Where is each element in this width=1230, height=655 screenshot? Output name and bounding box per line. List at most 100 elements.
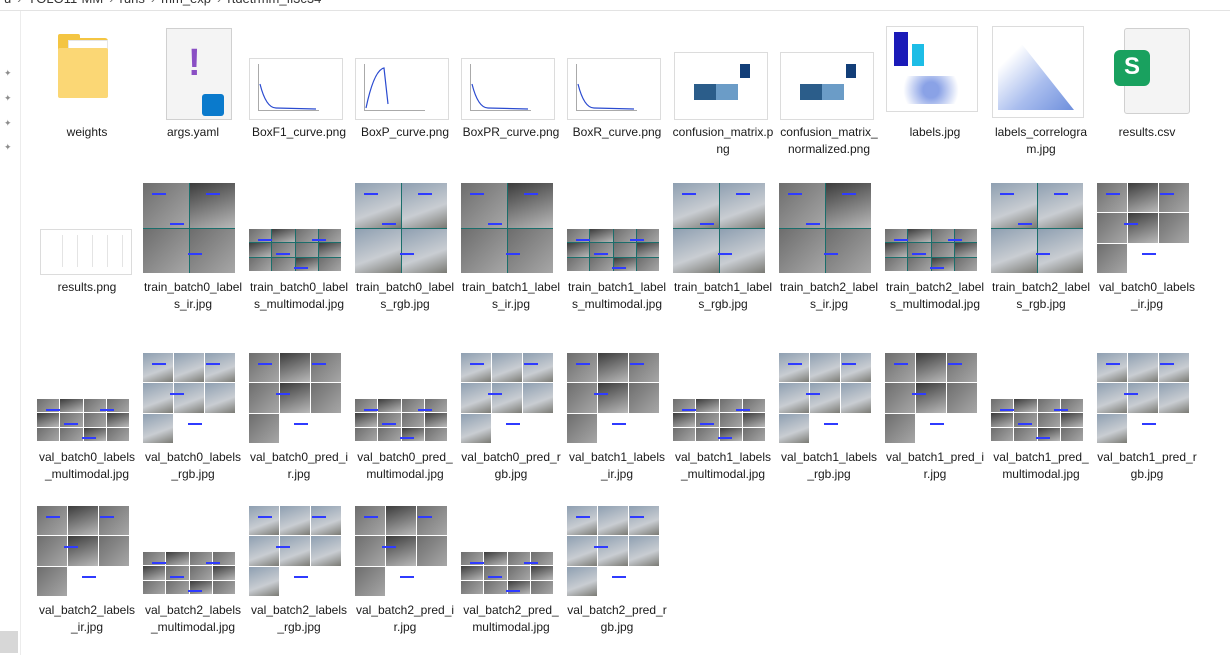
breadcrumb-item[interactable]: u [4,0,11,6]
file-item[interactable]: val_batch0_labels_multimodal.jpg [34,349,140,483]
file-item[interactable]: val_batch2_pred_ir.jpg [352,502,458,636]
curve-thumbnail [458,24,564,124]
chevron-right-icon: › [151,0,155,6]
file-item[interactable]: train_batch0_labels_ir.jpg [140,179,246,313]
file-item[interactable]: weights [34,24,140,141]
file-item[interactable]: val_batch1_labels_ir.jpg [564,349,670,483]
breadcrumb-item[interactable]: mm_exp [161,0,211,6]
breadcrumb-item[interactable]: rtdetrmm_fl3c34 [227,0,321,6]
file-name: val_batch0_pred_multimodal.jpg [357,450,453,481]
file-name: labels_correlogram.jpg [994,125,1088,156]
breadcrumb-item[interactable]: YOLO11-MM [28,0,104,6]
image-thumbnail [670,179,776,279]
file-name: val_batch1_pred_ir.jpg [885,450,985,481]
file-item[interactable]: val_batch2_pred_rgb.jpg [564,502,670,636]
file-item[interactable]: val_batch1_pred_multimodal.jpg [988,349,1094,483]
file-item[interactable]: val_batch2_labels_ir.jpg [34,502,140,636]
image-thumbnail [34,349,140,449]
pin-icon[interactable]: ✦ [4,118,14,128]
image-thumbnail [246,179,352,279]
file-name: train_batch0_labels_rgb.jpg [355,280,455,311]
file-name: BoxPR_curve.png [462,125,560,139]
file-name: train_batch0_labels_multimodal.jpg [249,280,349,311]
file-item[interactable]: labels.jpg [882,24,988,141]
file-name: val_batch0_labels_rgb.jpg [144,450,242,481]
file-item[interactable]: BoxR_curve.png [564,24,670,141]
file-name: confusion_matrix.png [672,125,774,156]
image-thumbnail [882,179,988,279]
file-item[interactable]: train_batch0_labels_multimodal.jpg [246,179,352,313]
file-item[interactable]: train_batch0_labels_rgb.jpg [352,179,458,313]
file-name: val_batch1_labels_multimodal.jpg [674,450,772,481]
image-thumbnail [1094,179,1200,279]
yaml-file-icon: ! [140,24,246,124]
file-item[interactable]: ! args.yaml [140,24,246,141]
file-item[interactable]: val_batch2_pred_multimodal.jpg [458,502,564,636]
pin-icon[interactable]: ✦ [4,142,14,152]
image-thumbnail [458,502,564,602]
folder-icon [34,24,140,124]
curve-thumbnail [352,24,458,124]
image-thumbnail [988,349,1094,449]
file-item[interactable]: Sresults.csv [1094,24,1200,141]
correlogram-thumbnail [988,24,1094,124]
file-item[interactable]: val_batch0_labels_rgb.jpg [140,349,246,483]
file-name: train_batch2_labels_ir.jpg [779,280,879,311]
file-item[interactable]: BoxPR_curve.png [458,24,564,141]
breadcrumb: u › YOLO11-MM › runs › mm_exp › rtdetrmm_fl3c34 [0,0,1230,11]
file-item[interactable]: train_batch2_labels_multimodal.jpg [882,179,988,313]
file-name: val_batch1_pred_multimodal.jpg [993,450,1089,481]
file-name: train_batch1_labels_ir.jpg [461,280,561,311]
image-thumbnail [564,179,670,279]
file-item[interactable]: BoxF1_curve.png [246,24,352,141]
image-thumbnail [776,179,882,279]
file-item[interactable]: val_batch1_pred_rgb.jpg [1094,349,1200,483]
file-item[interactable]: val_batch1_pred_ir.jpg [882,349,988,483]
image-thumbnail [1094,349,1200,449]
file-item[interactable]: val_batch1_labels_rgb.jpg [776,349,882,483]
image-thumbnail [34,502,140,602]
file-item[interactable]: train_batch2_labels_rgb.jpg [988,179,1094,313]
file-item[interactable]: confusion_matrix_normalized.png [776,24,882,158]
confusion-matrix-thumbnail [776,24,882,124]
file-item[interactable]: val_batch0_pred_ir.jpg [246,349,352,483]
file-name: val_batch0_labels_ir.jpg [1098,280,1196,311]
pin-icon[interactable]: ✦ [4,93,14,103]
file-name: val_batch2_labels_multimodal.jpg [144,603,242,634]
image-thumbnail [352,502,458,602]
image-thumbnail [564,349,670,449]
file-item[interactable]: train_batch1_labels_multimodal.jpg [564,179,670,313]
pin-icon[interactable]: ✦ [4,68,14,78]
image-thumbnail [140,502,246,602]
file-item[interactable]: train_batch2_labels_ir.jpg [776,179,882,313]
file-item[interactable]: BoxP_curve.png [352,24,458,141]
file-item[interactable]: val_batch2_labels_rgb.jpg [246,502,352,636]
file-name: val_batch2_pred_ir.jpg [355,603,455,634]
file-name: val_batch2_pred_rgb.jpg [567,603,667,634]
file-name: results.csv [1118,125,1176,139]
file-item[interactable]: train_batch1_labels_ir.jpg [458,179,564,313]
file-item[interactable]: results.png [34,179,140,296]
file-item[interactable]: confusion_matrix.png [670,24,776,158]
file-item[interactable]: val_batch0_labels_ir.jpg [1094,179,1200,313]
image-thumbnail [458,179,564,279]
breadcrumb-item[interactable]: runs [120,0,145,6]
file-item[interactable]: labels_correlogram.jpg [988,24,1094,158]
file-item[interactable]: val_batch0_pred_rgb.jpg [458,349,564,483]
image-thumbnail [458,349,564,449]
file-name: train_batch1_labels_multimodal.jpg [567,280,667,311]
navigation-pane[interactable]: ✦ ✦ ✦ ✦ [0,11,21,655]
image-thumbnail [352,179,458,279]
file-item[interactable]: train_batch1_labels_rgb.jpg [670,179,776,313]
file-item[interactable]: val_batch1_labels_multimodal.jpg [670,349,776,483]
file-name: BoxP_curve.png [360,125,450,139]
file-name: BoxR_curve.png [572,125,662,139]
image-thumbnail [882,349,988,449]
labels-thumbnail [882,24,988,124]
file-name: val_batch1_pred_rgb.jpg [1097,450,1197,481]
file-name: val_batch1_labels_rgb.jpg [780,450,878,481]
file-item[interactable]: val_batch2_labels_multimodal.jpg [140,502,246,636]
scrollbar[interactable] [0,631,18,653]
chevron-right-icon: › [17,0,21,6]
file-item[interactable]: val_batch0_pred_multimodal.jpg [352,349,458,483]
